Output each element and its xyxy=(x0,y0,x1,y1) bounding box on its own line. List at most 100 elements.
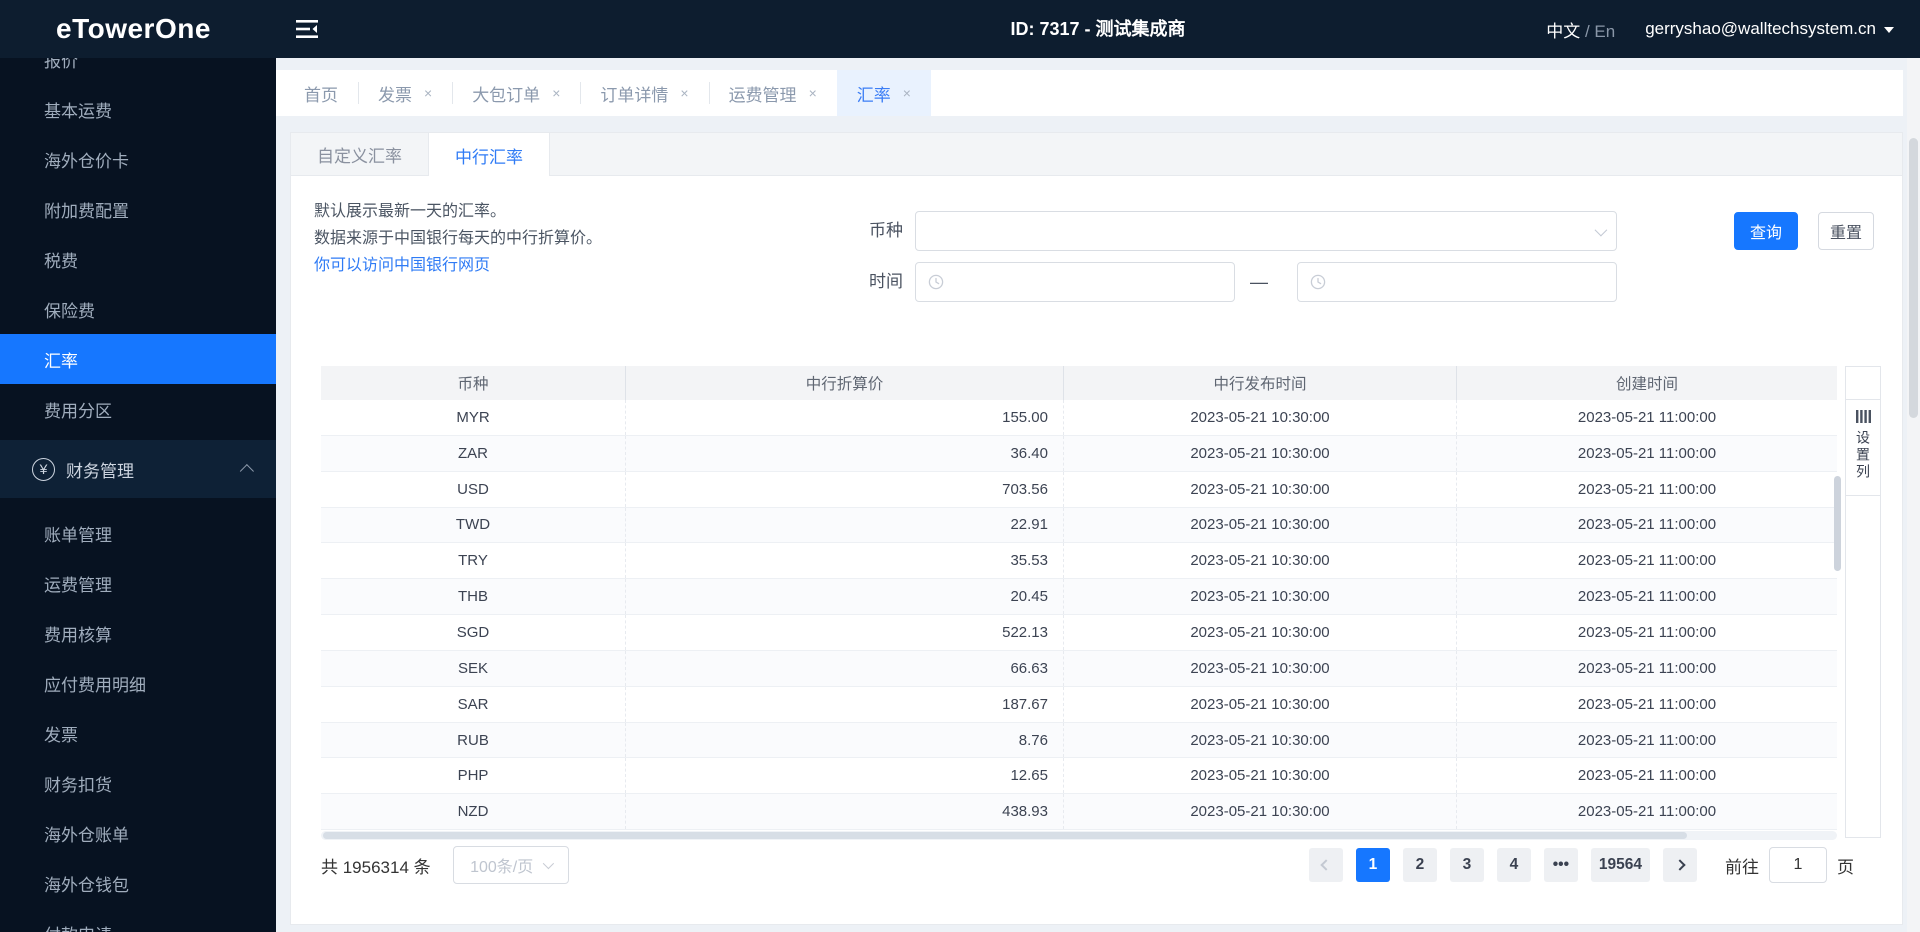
sidebar-item-附加费配置[interactable]: 附加费配置 xyxy=(0,184,276,234)
goto-page-input[interactable]: 1 xyxy=(1769,847,1827,883)
search-button[interactable]: 查询 xyxy=(1734,212,1798,250)
more-pages-button[interactable]: ••• xyxy=(1543,848,1578,882)
prev-page-button[interactable] xyxy=(1308,848,1343,882)
currency-cell: RUB xyxy=(321,722,626,758)
sidebar-item-汇率[interactable]: 汇率 xyxy=(0,334,276,384)
yen-circle-icon: ¥ xyxy=(32,457,55,481)
sidebar-item-保险费[interactable]: 保险费 xyxy=(0,284,276,334)
chevron-up-icon xyxy=(239,464,254,479)
bank-website-link[interactable]: 你可以访问中国银行网页 xyxy=(314,252,602,279)
range-separator: — xyxy=(1250,272,1268,292)
table-row: USD 703.56 2023-05-21 10:30:00 2023-05-21 1… xyxy=(321,471,1837,508)
rate-cell: 438.93 xyxy=(626,794,1064,830)
subtab-自定义汇率[interactable]: 自定义汇率 xyxy=(291,133,429,175)
table-row: PHP 12.65 2023-05-21 10:30:00 2023-05-21 11… xyxy=(321,758,1837,795)
note-line-1: 默认展示最新一天的汇率。 xyxy=(314,203,507,220)
reset-button[interactable]: 重置 xyxy=(1818,212,1874,250)
create-time-cell: 2023-05-21 11:00:00 xyxy=(1577,516,1717,534)
create-time-cell: 2023-05-21 11:00:00 xyxy=(1577,480,1717,498)
column-header-币种: 币种 xyxy=(321,366,626,400)
page-scrollbar-thumb[interactable] xyxy=(1909,138,1918,418)
column-settings-button[interactable]: 设置列 xyxy=(1846,400,1880,496)
sidebar-item-海外仓钱包[interactable]: 海外仓钱包 xyxy=(0,858,276,908)
clock-icon xyxy=(928,274,944,290)
sidebar-item-报价[interactable]: 报价 xyxy=(0,58,276,84)
currency-cell: THB xyxy=(321,579,626,615)
publish-time-cell: 2023-05-21 10:30:00 xyxy=(1064,435,1457,471)
time-end-input[interactable] xyxy=(1297,262,1617,302)
note-line-2: 数据来源于中国银行每天的中行折算价。 xyxy=(314,230,603,247)
lang-zh[interactable]: 中文 xyxy=(1546,22,1580,41)
sidebar-item-海外仓价卡[interactable]: 海外仓价卡 xyxy=(0,134,276,184)
table-row: SAR 187.67 2023-05-21 10:30:00 2023-05-21 1… xyxy=(321,686,1837,723)
lang-en[interactable]: En xyxy=(1594,22,1615,41)
close-icon[interactable]: × xyxy=(680,86,688,100)
sidebar-item-费用分区[interactable]: 费用分区 xyxy=(0,384,276,434)
horizontal-scrollbar-thumb[interactable] xyxy=(323,832,1688,839)
page-scrollbar[interactable] xyxy=(1907,58,1920,932)
rate-cell: 22.91 xyxy=(626,507,1064,543)
close-icon[interactable]: × xyxy=(809,86,817,100)
page-button-4[interactable]: 4 xyxy=(1496,848,1531,882)
currency-label: 币种 xyxy=(869,221,903,240)
close-icon[interactable]: × xyxy=(903,86,911,100)
top-bar: eTowerOne ID: 7317 - 测试集成商 中文 / En gerry… xyxy=(0,0,1920,58)
time-start-input[interactable] xyxy=(915,262,1235,302)
subtab-中行汇率[interactable]: 中行汇率 xyxy=(429,133,550,177)
table-scrollbar-thumb[interactable] xyxy=(1834,476,1841,571)
page-button-19564[interactable]: 19564 xyxy=(1590,848,1650,882)
create-time-cell: 2023-05-21 11:00:00 xyxy=(1577,803,1717,821)
tab-label: 汇率 xyxy=(856,85,891,105)
currency-select[interactable] xyxy=(915,211,1617,251)
tab-发票[interactable]: 发票 × xyxy=(358,70,452,116)
rate-table: 币种 中行折算价 中行发布时间 创建时间 MYR 155.00 2023-05-21 10… xyxy=(321,366,1837,831)
sidebar-group-财务管理[interactable]: ¥ 财务管理 xyxy=(0,440,276,498)
rate-card: 自定义汇率 中行汇率 默认展示最新一天的汇率。 数据来源于中国银行每天的中行折算价… xyxy=(290,132,1903,925)
rate-cell: 35.53 xyxy=(626,543,1064,579)
next-page-button[interactable] xyxy=(1663,848,1697,882)
arrow-right-icon xyxy=(1674,859,1686,871)
sidebar-item-财务扣货[interactable]: 财务扣货 xyxy=(0,758,276,808)
goto-suffix: 页 xyxy=(1837,857,1854,877)
app-logo: eTowerOne xyxy=(56,13,211,44)
page-button-3[interactable]: 3 xyxy=(1449,848,1484,882)
sidebar: 报价 基本运费 海外仓价卡 附加费配置 税费 保险费 汇率 费用分区 ¥ 财务管理账单管理 运费管理… xyxy=(0,58,276,932)
rate-cell: 36.40 xyxy=(626,435,1064,471)
sidebar-item-海外仓账单[interactable]: 海外仓账单 xyxy=(0,808,276,858)
sidebar-item-基本运费[interactable]: 基本运费 xyxy=(0,84,276,134)
create-time-cell: 2023-05-21 11:00:00 xyxy=(1577,731,1717,749)
publish-time-cell: 2023-05-21 10:30:00 xyxy=(1064,507,1457,543)
column-header-中行发布时间: 中行发布时间 xyxy=(1064,366,1457,400)
currency-cell: SGD xyxy=(321,615,626,650)
time-label: 时间 xyxy=(869,272,903,291)
tab-大包订单[interactable]: 大包订单 × xyxy=(452,70,580,116)
sidebar-item-应付费用明细[interactable]: 应付费用明细 xyxy=(0,658,276,708)
sidebar-item-付款申请[interactable]: 付款申请 xyxy=(0,908,276,932)
page-button-1[interactable]: 1 xyxy=(1355,848,1390,882)
close-icon[interactable]: × xyxy=(552,86,560,100)
menu-fold-icon[interactable] xyxy=(296,19,318,39)
rate-cell: 20.45 xyxy=(626,579,1064,615)
tab-订单详情[interactable]: 订单详情 × xyxy=(580,70,708,116)
sidebar-item-发票[interactable]: 发票 xyxy=(0,708,276,758)
tab-运费管理[interactable]: 运费管理 × xyxy=(708,70,837,116)
sidebar-item-运费管理[interactable]: 运费管理 xyxy=(0,558,276,608)
page-button-2[interactable]: 2 xyxy=(1402,848,1437,882)
page-tabs: 首页 发票 × 大包订单 × 订单详情 × 运费管理 × 汇率 × xyxy=(276,70,1903,116)
currency-cell: MYR xyxy=(321,400,626,435)
publish-time-cell: 2023-05-21 10:30:00 xyxy=(1064,615,1457,650)
sidebar-item-账单管理[interactable]: 账单管理 xyxy=(0,508,276,558)
tab-首页[interactable]: 首页 xyxy=(284,70,358,116)
publish-time-cell: 2023-05-21 10:30:00 xyxy=(1064,579,1457,615)
sidebar-item-费用核算[interactable]: 费用核算 xyxy=(0,608,276,658)
language-switch[interactable]: 中文 / En xyxy=(1546,17,1615,42)
sidebar-item-税费[interactable]: 税费 xyxy=(0,234,276,284)
tab-汇率[interactable]: 汇率 × xyxy=(836,70,931,116)
table-row: MYR 155.00 2023-05-21 10:30:00 2023-05-21 1… xyxy=(321,400,1837,436)
user-menu[interactable]: gerryshao@walltechsystem.cn xyxy=(1645,19,1894,39)
page-size-select[interactable]: 100条/页 xyxy=(452,846,569,884)
page-buttons: 1 2 3 4 ••• 19564 xyxy=(1308,848,1697,882)
horizontal-scrollbar[interactable] xyxy=(321,831,1837,840)
close-icon[interactable]: × xyxy=(424,86,432,100)
table-row: ZAR 36.40 2023-05-21 10:30:00 2023-05-21 11… xyxy=(321,435,1837,472)
